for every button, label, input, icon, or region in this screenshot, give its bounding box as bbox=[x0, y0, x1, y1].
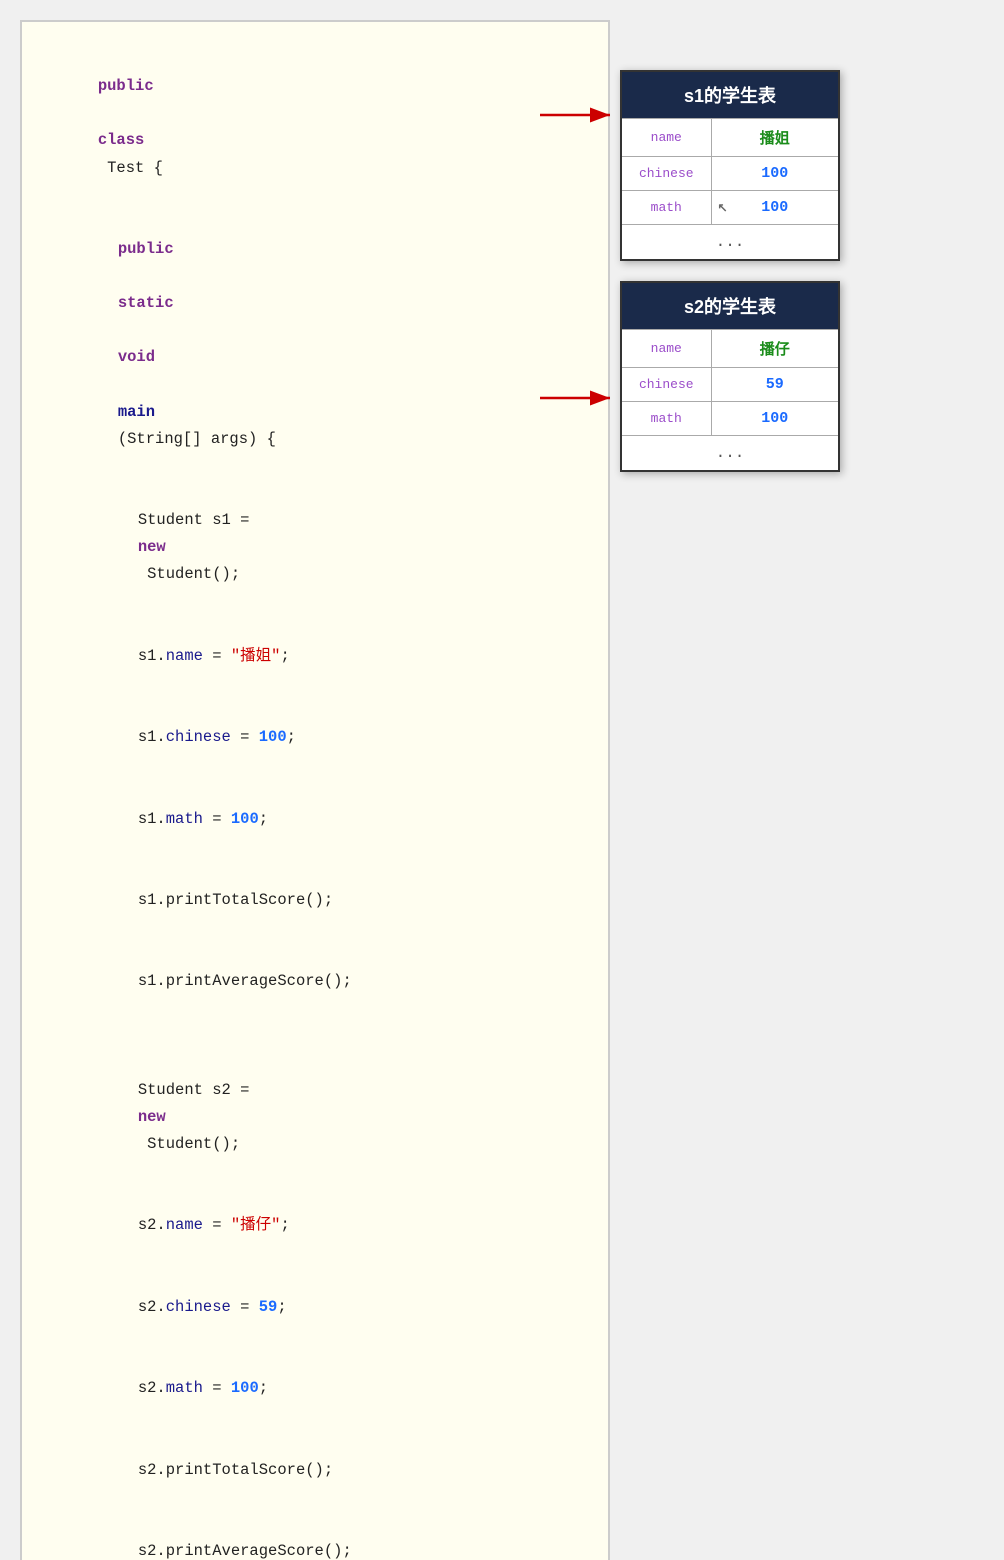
method-main: main bbox=[118, 403, 155, 421]
code-line-8: s1.printAverageScore(); bbox=[42, 941, 588, 1022]
table-row: chinese 59 bbox=[621, 368, 839, 402]
cell-chinese-key-1: chinese bbox=[621, 157, 711, 191]
table-s2: s2的学生表 name 播仔 chinese 59 math 100 bbox=[620, 281, 840, 472]
field-name-2: name bbox=[166, 1216, 203, 1234]
cell-chinese-val-1: 100 bbox=[711, 157, 839, 191]
cell-dots-2: ... bbox=[621, 436, 839, 472]
code-line-7: s1.printTotalScore(); bbox=[42, 860, 588, 941]
table-row: name 播仔 bbox=[621, 330, 839, 368]
table-row: math ↖ 100 bbox=[621, 191, 839, 225]
field-math-2: math bbox=[166, 1379, 203, 1397]
field-name-1: name bbox=[166, 647, 203, 665]
field-chinese-1: chinese bbox=[166, 728, 231, 746]
code-line-15: s2.printAverageScore(); bbox=[42, 1511, 588, 1560]
main-container: public class Test { public static void m… bbox=[0, 0, 1004, 780]
table-row: chinese 100 bbox=[621, 157, 839, 191]
num-val-4: 100 bbox=[231, 1379, 259, 1397]
table-row: math 100 bbox=[621, 402, 839, 436]
cell-math-val-1: ↖ 100 bbox=[711, 191, 839, 225]
str-val-1: "播姐" bbox=[231, 647, 281, 665]
keyword-new-2: new bbox=[138, 1108, 166, 1126]
code-line-14: s2.printTotalScore(); bbox=[42, 1429, 588, 1510]
keyword-public2: public bbox=[118, 240, 174, 258]
table-s1: s1的学生表 name 播姐 chinese 100 math bbox=[620, 70, 840, 261]
cell-math-key-1: math bbox=[621, 191, 711, 225]
field-chinese-2: chinese bbox=[166, 1298, 231, 1316]
keyword-class: class bbox=[98, 131, 145, 149]
arrow-s2 bbox=[540, 378, 620, 418]
code-line-3: Student s1 = new Student(); bbox=[42, 480, 588, 616]
cell-chinese-key-2: chinese bbox=[621, 368, 711, 402]
keyword-public: public bbox=[98, 77, 154, 95]
keyword-void: void bbox=[118, 348, 155, 366]
num-val-2: 100 bbox=[231, 810, 259, 828]
table-s1-header: s1的学生表 bbox=[621, 71, 839, 119]
num-val-3: 59 bbox=[259, 1298, 278, 1316]
code-line-12: s2.chinese = 59; bbox=[42, 1267, 588, 1348]
code-line-2: public static void main (String[] args) … bbox=[42, 209, 588, 480]
code-line-13: s2.math = 100; bbox=[42, 1348, 588, 1429]
cell-name-val-1: 播姐 bbox=[711, 119, 839, 157]
code-line-blank1 bbox=[42, 1023, 588, 1050]
cell-name-val-2: 播仔 bbox=[711, 330, 839, 368]
table-s2-header: s2的学生表 bbox=[621, 282, 839, 330]
cell-name-key-2: name bbox=[621, 330, 711, 368]
keyword-static: static bbox=[118, 294, 174, 312]
cursor-icon: ↖ bbox=[718, 200, 728, 215]
cell-dots-1: ... bbox=[621, 225, 839, 261]
code-line-1: public class Test { bbox=[42, 46, 588, 209]
cell-math-val-2: 100 bbox=[711, 402, 839, 436]
code-panel: public class Test { public static void m… bbox=[20, 20, 610, 1560]
code-line-11: s2.name = "播仔"; bbox=[42, 1185, 588, 1266]
str-val-2: "播仔" bbox=[231, 1216, 281, 1234]
cell-chinese-val-2: 59 bbox=[711, 368, 839, 402]
keyword-new-1: new bbox=[138, 538, 166, 556]
arrow-s1 bbox=[540, 95, 620, 135]
field-math-1: math bbox=[166, 810, 203, 828]
code-line-10: Student s2 = new Student(); bbox=[42, 1050, 588, 1186]
table-row: ... bbox=[621, 436, 839, 472]
code-line-5: s1.chinese = 100; bbox=[42, 697, 588, 778]
num-val-1: 100 bbox=[259, 728, 287, 746]
table-row: name 播姐 bbox=[621, 119, 839, 157]
code-line-6: s1.math = 100; bbox=[42, 778, 588, 859]
table-row: ... bbox=[621, 225, 839, 261]
cell-name-key-1: name bbox=[621, 119, 711, 157]
cell-math-key-2: math bbox=[621, 402, 711, 436]
code-line-4: s1.name = "播姐"; bbox=[42, 616, 588, 697]
